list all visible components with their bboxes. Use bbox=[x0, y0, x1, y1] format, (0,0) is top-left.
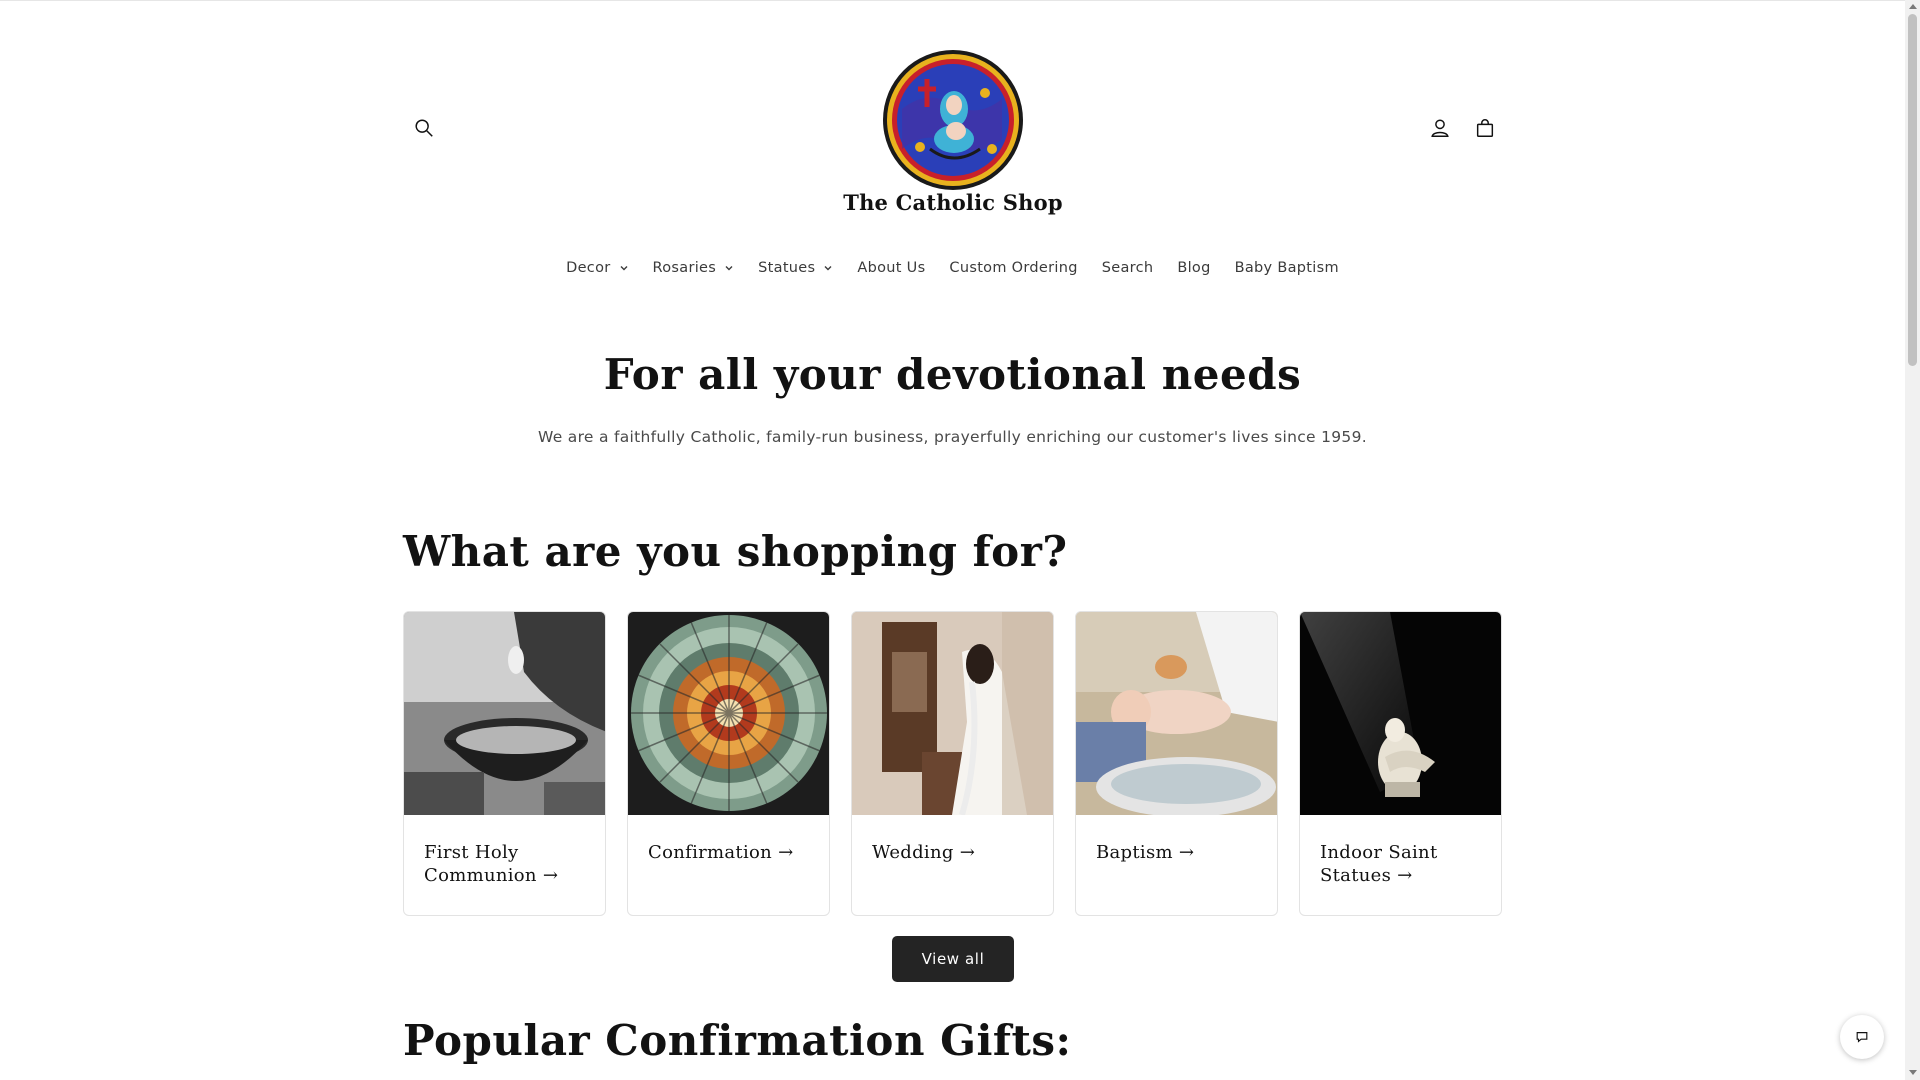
chevron-down-icon bbox=[620, 266, 628, 271]
chevron-down-icon bbox=[824, 266, 832, 271]
nav-item-label: Blog bbox=[1177, 260, 1211, 276]
chevron-down-icon bbox=[725, 266, 733, 271]
site-logo[interactable] bbox=[882, 49, 1024, 191]
view-all-button[interactable]: View all bbox=[892, 936, 1014, 982]
collection-card-label: Indoor Saint Statues → bbox=[1320, 842, 1438, 886]
nav-item-baby-baptism[interactable]: Baby Baptism bbox=[1223, 256, 1351, 280]
nav-item-label: About Us bbox=[857, 260, 926, 276]
collection-image bbox=[404, 612, 605, 815]
nav-item-label: Baby Baptism bbox=[1234, 260, 1339, 276]
search-icon bbox=[415, 119, 433, 137]
collection-cards: First Holy Communion → Confirmation → We… bbox=[403, 611, 1503, 916]
cart-button[interactable] bbox=[1463, 106, 1507, 150]
nav-item-rosaries[interactable]: Rosaries bbox=[641, 256, 747, 280]
collection-card-confirmation[interactable]: Confirmation → bbox=[627, 611, 830, 916]
nav-item-blog[interactable]: Blog bbox=[1165, 256, 1222, 280]
collection-image bbox=[1076, 612, 1277, 815]
nav-item-label: Search bbox=[1101, 260, 1154, 276]
chat-icon bbox=[1856, 1032, 1868, 1043]
hero-title: For all your devotional needs bbox=[603, 350, 1302, 399]
scroll-down-arrow-icon[interactable] bbox=[1909, 1070, 1917, 1075]
collection-card-wedding[interactable]: Wedding → bbox=[851, 611, 1054, 916]
collection-card-first-holy-communion[interactable]: First Holy Communion → bbox=[403, 611, 606, 916]
nav-item-label: Decor bbox=[566, 260, 611, 276]
collection-image bbox=[628, 612, 829, 815]
nav-item-label: Custom Ordering bbox=[949, 260, 1078, 276]
brand-name[interactable]: The Catholic Shop bbox=[760, 190, 1146, 215]
nav-item-decor[interactable]: Decor bbox=[554, 256, 640, 280]
nav-item-label: Statues bbox=[758, 260, 816, 276]
nav-item-about-us[interactable]: About Us bbox=[845, 256, 937, 280]
chat-button[interactable] bbox=[1840, 1015, 1884, 1059]
collections-title: What are you shopping for? bbox=[403, 527, 1068, 576]
collection-card-label: First Holy Communion → bbox=[424, 842, 559, 886]
nav-item-statues[interactable]: Statues bbox=[746, 256, 845, 280]
nav-item-search[interactable]: Search bbox=[1090, 256, 1166, 280]
collection-card-label: Baptism → bbox=[1096, 842, 1195, 863]
collection-card-label: Confirmation → bbox=[648, 842, 794, 863]
popular-gifts-title: Popular Confirmation Gifts: bbox=[403, 1016, 1072, 1065]
nav-item-label: Rosaries bbox=[652, 260, 717, 276]
collection-card-baptism[interactable]: Baptism → bbox=[1075, 611, 1278, 916]
collection-card-label: Wedding → bbox=[872, 842, 976, 863]
nav-item-custom-ordering[interactable]: Custom Ordering bbox=[937, 256, 1089, 280]
site-header: The Catholic Shop Decor Rosaries Statues… bbox=[0, 0, 1905, 290]
collection-image bbox=[852, 612, 1053, 815]
search-button[interactable] bbox=[402, 106, 446, 150]
collection-image bbox=[1300, 612, 1501, 815]
collection-card-indoor-saint-statues[interactable]: Indoor Saint Statues → bbox=[1299, 611, 1502, 916]
main-nav: Decor Rosaries Statues About Us Custom O… bbox=[0, 256, 1905, 280]
account-button[interactable] bbox=[1418, 106, 1462, 150]
cart-icon bbox=[1476, 119, 1494, 137]
scroll-up-arrow-icon[interactable] bbox=[1909, 4, 1917, 9]
scrollbar-thumb[interactable] bbox=[1908, 14, 1917, 366]
account-icon bbox=[1431, 119, 1449, 137]
hero-subtitle: We are a faithfully Catholic, family-run… bbox=[538, 428, 1367, 446]
